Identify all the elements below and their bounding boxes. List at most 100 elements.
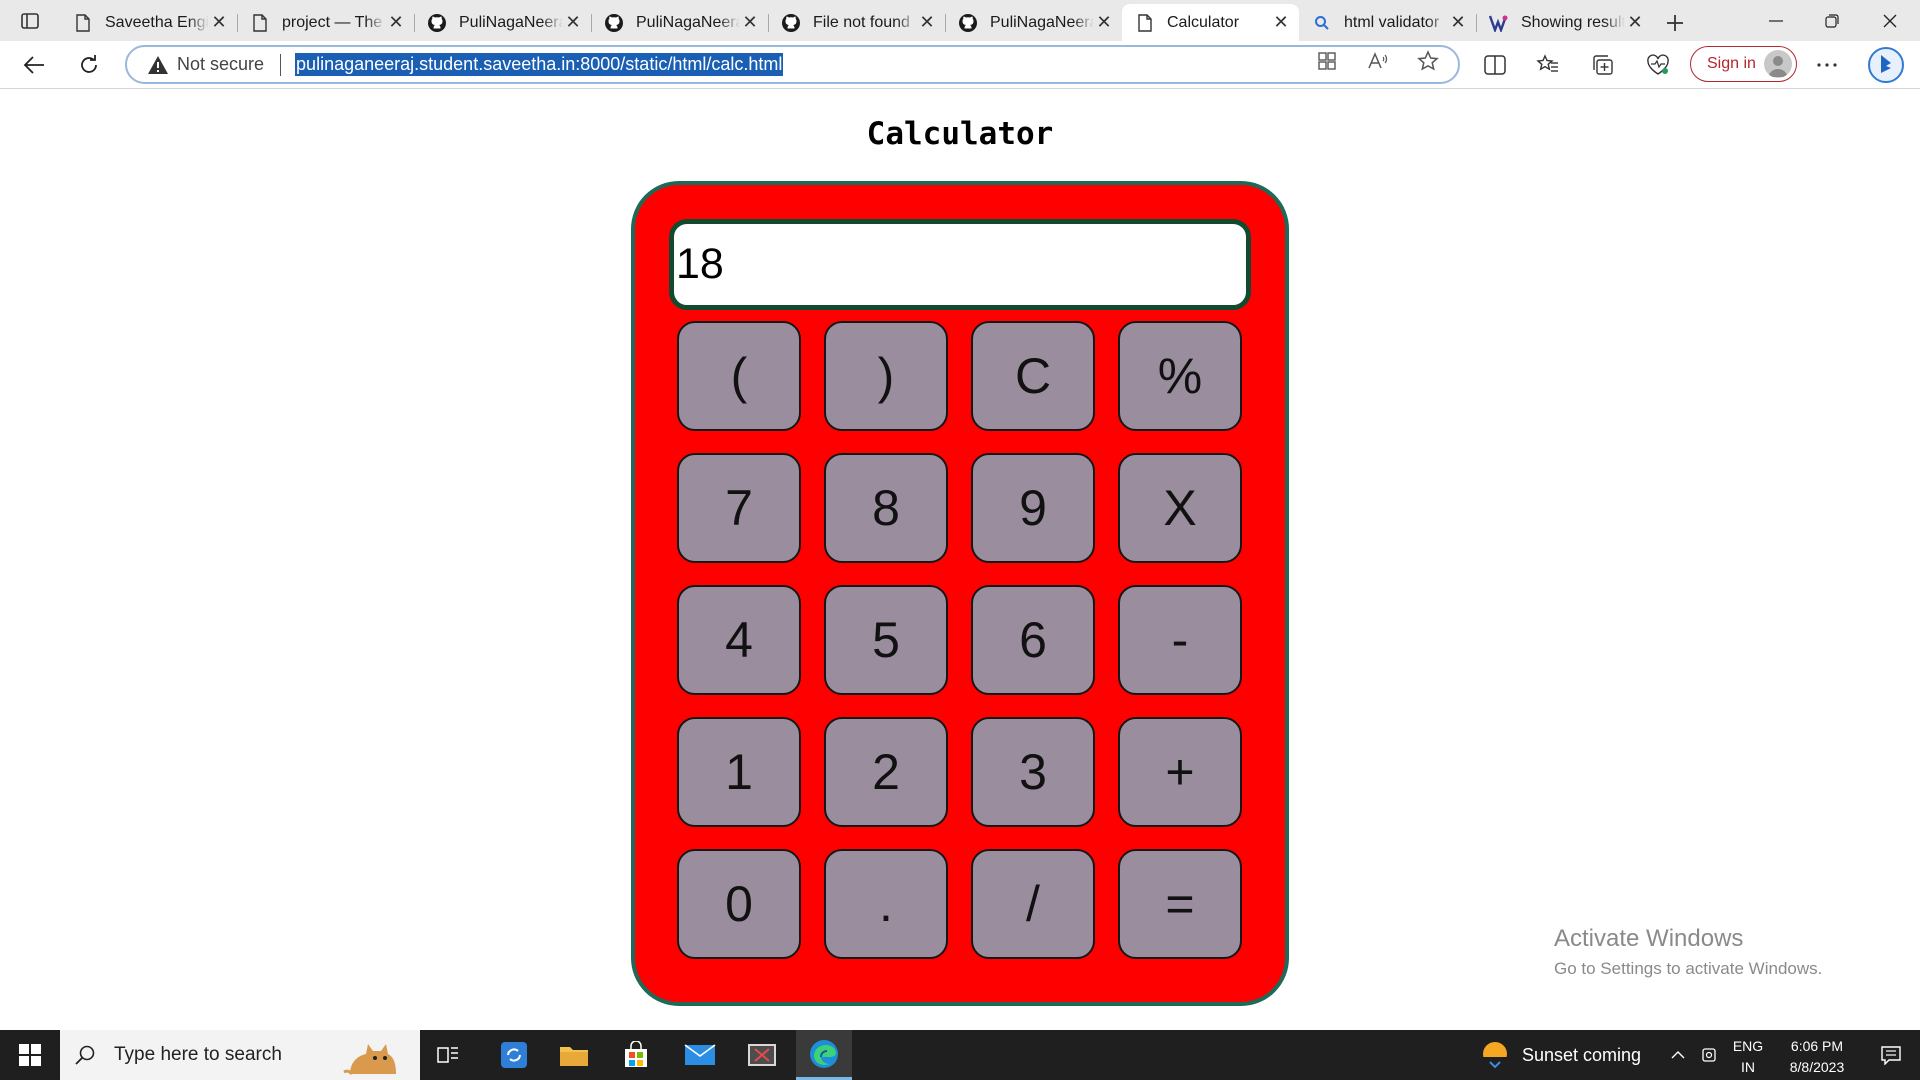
split-screen-icon[interactable] [1480,50,1510,80]
sign-in-button[interactable]: Sign in [1690,46,1797,82]
search-icon [74,1043,98,1067]
watermark-subtitle: Go to Settings to activate Windows. [1554,959,1823,978]
calculator-display[interactable]: 18 [669,219,1251,310]
github-icon [781,13,801,33]
snipping-tool-icon [748,1044,776,1066]
clear-button[interactable]: C [971,321,1095,431]
store-icon [625,1041,647,1067]
taskbar-app-snipping[interactable] [734,1030,790,1080]
tab-label: Calculator [1167,13,1240,31]
digit-2-button[interactable]: 2 [824,717,948,827]
taskbar-app-file-explorer[interactable] [546,1030,602,1080]
github-icon [427,13,447,33]
tab-0[interactable]: Saveetha Engineering ✕ [60,6,237,39]
show-hidden-icons-button[interactable] [1664,1030,1692,1080]
notifications-button[interactable] [1866,1030,1916,1080]
copilot-icon[interactable] [1866,45,1906,85]
close-icon[interactable]: ✕ [1271,12,1291,33]
read-aloud-icon[interactable] [1366,49,1390,73]
plus-icon [1667,14,1683,31]
percent-button[interactable]: % [1118,321,1242,431]
more-options-icon[interactable] [1812,50,1842,80]
favorites-icon[interactable] [1533,50,1563,80]
tab-label: PuliNagaNeeraj [636,13,740,31]
chevron-up-icon [1671,1051,1685,1059]
tab-1[interactable]: project — The Tower ✕ [237,6,414,39]
address-bar[interactable]: Not secure pulinaganeeraj.student.saveet… [125,45,1460,84]
refresh-button[interactable] [71,47,107,83]
browser-toolbar: Not secure pulinaganeeraj.student.saveet… [0,41,1920,89]
start-button[interactable] [0,1030,60,1080]
digit-6-button[interactable]: 6 [971,585,1095,695]
camera-icon [1702,1048,1716,1062]
restore-icon [1825,13,1839,28]
tab-calculator[interactable]: Calculator ✕ [1122,4,1299,41]
taskbar-app-store[interactable] [608,1030,664,1080]
tab-label: PuliNagaNeeraj [459,13,563,31]
tab-5[interactable]: PuliNagaNeeraj ✕ [945,6,1122,39]
close-icon[interactable]: ✕ [209,12,229,33]
subtract-button[interactable]: - [1118,585,1242,695]
search-placeholder: Type here to search [114,1044,282,1065]
close-icon[interactable]: ✕ [1625,12,1645,33]
collections-icon[interactable] [1588,50,1618,80]
digit-1-button[interactable]: 1 [677,717,801,827]
clock-date: 8/8/2023 [1789,1059,1845,1075]
task-view-button[interactable] [420,1030,476,1080]
decimal-button[interactable]: . [824,849,948,959]
digit-5-button[interactable]: 5 [824,585,948,695]
close-icon[interactable]: ✕ [1448,12,1468,33]
taskbar-app-mail[interactable] [672,1030,728,1080]
mail-icon [684,1044,716,1065]
system-clock[interactable]: 6:06 PM 8/8/2023 [1772,1036,1862,1078]
restore-button[interactable] [1804,0,1860,41]
close-icon[interactable]: ✕ [1094,12,1114,33]
digit-7-button[interactable]: 7 [677,453,801,563]
minimize-button[interactable] [1748,0,1804,41]
close-icon[interactable]: ✕ [740,12,760,33]
open-paren-button[interactable]: ( [677,321,801,431]
digit-0-button[interactable]: 0 [677,849,801,959]
calculator: 18 ( ) C % 7 8 9 X 4 5 6 - 1 2 3 + 0 . /… [631,181,1289,1006]
close-icon[interactable]: ✕ [386,12,406,33]
tab-label: Showing results [1521,13,1625,31]
cat-illustration-icon [342,1034,400,1080]
equals-button[interactable]: = [1118,849,1242,959]
warning-icon [147,54,169,76]
windows-logo-icon [19,1044,41,1066]
digit-3-button[interactable]: 3 [971,717,1095,827]
page-icon [250,13,270,33]
url-text[interactable]: pulinaganeeraj.student.saveetha.in:8000/… [295,53,784,76]
tab-8[interactable]: Showing results ✕ [1476,6,1653,39]
taskbar-app-sync[interactable] [486,1030,542,1080]
close-icon[interactable]: ✕ [917,12,937,33]
close-window-button[interactable] [1862,0,1918,41]
keypad: ( ) C % 7 8 9 X 4 5 6 - 1 2 3 + 0 . / = [677,321,1247,959]
tab-actions-button[interactable] [0,0,60,41]
close-icon[interactable]: ✕ [563,12,583,33]
back-button[interactable] [16,47,52,83]
browser-essentials-icon[interactable] [1643,50,1673,80]
tab-3[interactable]: PuliNagaNeeraj ✕ [591,6,768,39]
new-tab-button[interactable] [1653,6,1697,39]
digit-4-button[interactable]: 4 [677,585,801,695]
app-available-icon[interactable] [1315,49,1339,73]
taskbar-app-edge[interactable] [796,1030,852,1080]
not-secure-label[interactable]: Not secure [177,54,264,75]
digit-9-button[interactable]: 9 [971,453,1095,563]
favorite-star-icon[interactable] [1416,49,1440,73]
add-button[interactable]: + [1118,717,1242,827]
weather-widget[interactable]: Sunset coming [1480,1030,1641,1080]
taskbar-search[interactable]: Type here to search [60,1030,420,1080]
multiply-button[interactable]: X [1118,453,1242,563]
tab-4[interactable]: File not found ✕ [768,6,945,39]
close-paren-button[interactable]: ) [824,321,948,431]
divide-button[interactable]: / [971,849,1095,959]
tab-7[interactable]: html validator ✕ [1299,6,1476,39]
page-icon [73,13,93,33]
notification-icon [1881,1046,1901,1065]
tab-2[interactable]: PuliNagaNeeraj ✕ [414,6,591,39]
language-indicator[interactable]: ENG IN [1728,1036,1768,1078]
meet-now-button[interactable] [1696,1030,1724,1080]
digit-8-button[interactable]: 8 [824,453,948,563]
